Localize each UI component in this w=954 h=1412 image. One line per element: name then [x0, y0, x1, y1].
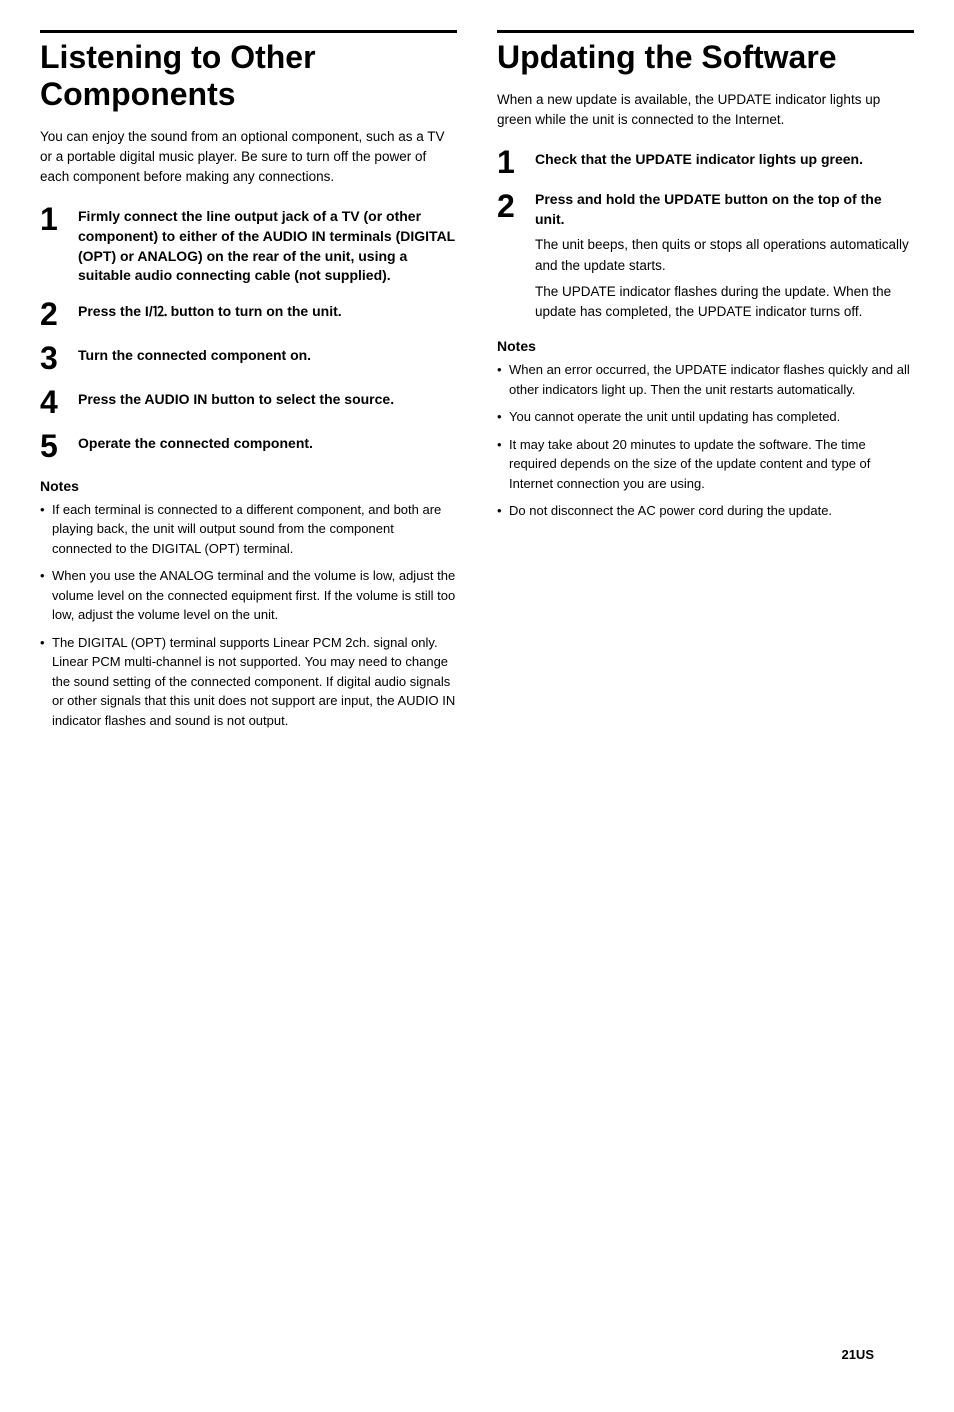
left-step-5-text: Operate the connected component.: [78, 430, 313, 454]
page-layout: Listening to Other Components You can en…: [40, 30, 914, 738]
left-notes-list: If each terminal is connected to a diffe…: [40, 500, 457, 731]
left-step-4-text: Press the AUDIO IN button to select the …: [78, 386, 394, 410]
right-notes-list: When an error occurred, the UPDATE indic…: [497, 360, 914, 521]
left-notes-title: Notes: [40, 478, 457, 494]
left-step-2-text: Press the I/⒓ button to turn on the unit…: [78, 298, 342, 322]
right-notes-title: Notes: [497, 338, 914, 354]
right-step-2: 2 Press and hold the UPDATE button on th…: [497, 190, 914, 322]
right-step-2-text: Press and hold the UPDATE button on the …: [535, 187, 882, 227]
left-step-4-number: 4: [40, 386, 68, 418]
right-divider: [497, 30, 914, 33]
right-step-1-number: 1: [497, 146, 525, 178]
left-note-2: When you use the ANALOG terminal and the…: [40, 566, 457, 625]
left-column: Listening to Other Components You can en…: [40, 30, 457, 738]
page-wrapper: Listening to Other Components You can en…: [40, 30, 914, 1382]
right-step-2-sub1: The unit beeps, then quits or stops all …: [535, 235, 914, 276]
left-step-2-number: 2: [40, 298, 68, 330]
right-column: Updating the Software When a new update …: [497, 30, 914, 738]
right-section-title: Updating the Software: [497, 39, 914, 76]
left-step-5: 5 Operate the connected component.: [40, 430, 457, 462]
right-step-2-content: Press and hold the UPDATE button on the …: [535, 190, 914, 322]
right-step-2-sub2: The UPDATE indicator flashes during the …: [535, 282, 914, 323]
left-step-2: 2 Press the I/⒓ button to turn on the un…: [40, 298, 457, 330]
right-note-4: Do not disconnect the AC power cord duri…: [497, 501, 914, 521]
right-note-3: It may take about 20 minutes to update t…: [497, 435, 914, 494]
left-step-3: 3 Turn the connected component on.: [40, 342, 457, 374]
left-intro: You can enjoy the sound from an optional…: [40, 127, 457, 188]
left-note-3: The DIGITAL (OPT) terminal supports Line…: [40, 633, 457, 731]
left-step-1-text: Firmly connect the line output jack of a…: [78, 203, 457, 285]
left-step-3-number: 3: [40, 342, 68, 374]
left-notes-section: Notes If each terminal is connected to a…: [40, 478, 457, 731]
right-step-1: 1 Check that the UPDATE indicator lights…: [497, 146, 914, 178]
left-step-3-text: Turn the connected component on.: [78, 342, 311, 366]
right-step-1-text: Check that the UPDATE indicator lights u…: [535, 146, 863, 170]
left-step-1-number: 1: [40, 203, 68, 235]
right-note-1: When an error occurred, the UPDATE indic…: [497, 360, 914, 399]
right-notes-section: Notes When an error occurred, the UPDATE…: [497, 338, 914, 521]
left-step-5-number: 5: [40, 430, 68, 462]
left-section-title: Listening to Other Components: [40, 39, 457, 113]
right-intro: When a new update is available, the UPDA…: [497, 90, 914, 131]
right-step-2-number: 2: [497, 190, 525, 222]
left-step-4: 4 Press the AUDIO IN button to select th…: [40, 386, 457, 418]
page-number: 21US: [841, 1347, 874, 1362]
left-step-1: 1 Firmly connect the line output jack of…: [40, 203, 457, 285]
left-divider: [40, 30, 457, 33]
left-note-1: If each terminal is connected to a diffe…: [40, 500, 457, 559]
right-note-2: You cannot operate the unit until updati…: [497, 407, 914, 427]
